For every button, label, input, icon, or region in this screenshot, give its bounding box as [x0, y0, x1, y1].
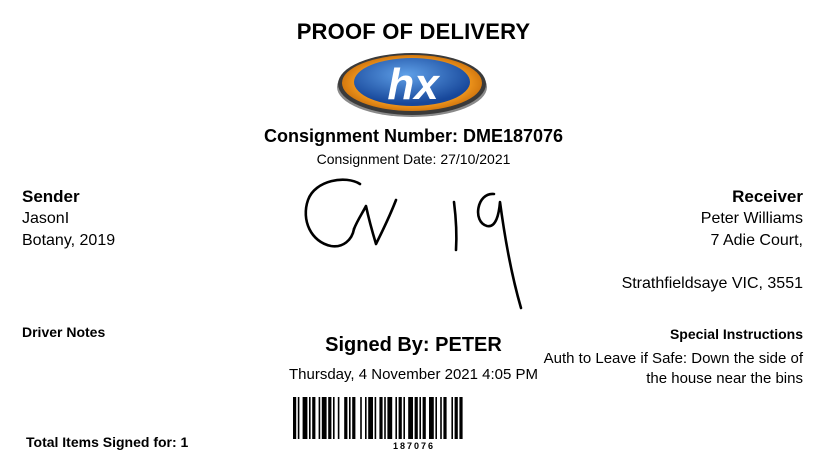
special-instructions-heading: Special Instructions	[669, 326, 803, 342]
sender-name: JasonI	[22, 210, 70, 227]
hx-logo: hx	[337, 53, 487, 117]
barcode-bar	[368, 397, 373, 439]
barcode-bar	[440, 397, 442, 439]
special-instructions-block: Special Instructions Auth to Leave if Sa…	[543, 324, 803, 389]
receiver-block: Receiver Peter Williams 7 Adie Court, St…	[622, 186, 803, 295]
barcode-bar	[360, 397, 362, 439]
barcode-bar	[344, 397, 348, 439]
document-title: PROOF OF DELIVERY	[296, 19, 531, 44]
signature-image	[304, 178, 523, 310]
barcode-number: 187076	[392, 441, 436, 451]
barcode-bar	[352, 397, 356, 439]
barcode	[293, 397, 463, 439]
svg-text:hx: hx	[387, 60, 440, 109]
special-instructions-text: Auth to Leave if Safe: Down the side of …	[543, 350, 803, 387]
barcode-bar	[328, 397, 332, 439]
barcode-bar	[374, 397, 377, 439]
barcode-bar	[419, 397, 421, 439]
sender-block: Sender JasonI Botany, 2019	[22, 186, 115, 252]
sender-address: Botany, 2019	[22, 232, 116, 249]
barcode-bar	[414, 397, 418, 439]
barcode-bar	[443, 397, 447, 439]
receiver-address-line2: Strathfieldsaye VIC, 3551	[621, 275, 803, 292]
barcode-bar	[365, 397, 367, 439]
receiver-heading: Receiver	[732, 187, 803, 206]
barcode-bar	[435, 397, 437, 439]
receiver-address-blank-line	[622, 252, 803, 273]
consignment-date: Consignment Date: 27/10/2021	[316, 151, 511, 167]
barcode-bar	[321, 397, 327, 439]
barcode-bar	[379, 397, 383, 439]
barcode-bar	[422, 397, 426, 439]
barcode-bar	[454, 397, 458, 439]
barcode-bar	[309, 397, 311, 439]
barcode-bar	[459, 397, 463, 439]
barcode-bar	[312, 397, 316, 439]
barcode-bar	[398, 397, 402, 439]
barcode-bar	[429, 397, 434, 439]
barcode-bar	[408, 397, 413, 439]
total-items-signed: Total Items Signed for: 1	[26, 434, 189, 450]
barcode-bar	[349, 397, 351, 439]
barcode-bar	[403, 397, 405, 439]
barcode-bar	[333, 397, 335, 439]
barcode-bar	[451, 397, 453, 439]
barcode-bar	[384, 397, 386, 439]
barcode-bar	[293, 397, 297, 439]
sender-heading: Sender	[22, 187, 80, 206]
barcode-bar	[395, 397, 397, 439]
receiver-address-line1: 7 Adie Court,	[710, 232, 804, 249]
barcode-bar	[297, 397, 300, 439]
barcode-bar	[302, 397, 308, 439]
barcode-bar	[387, 397, 393, 439]
receiver-name: Peter Williams	[700, 210, 803, 227]
consignment-number: Consignment Number: DME187076	[263, 126, 564, 146]
barcode-bar	[337, 397, 340, 439]
barcode-bar	[318, 397, 321, 439]
